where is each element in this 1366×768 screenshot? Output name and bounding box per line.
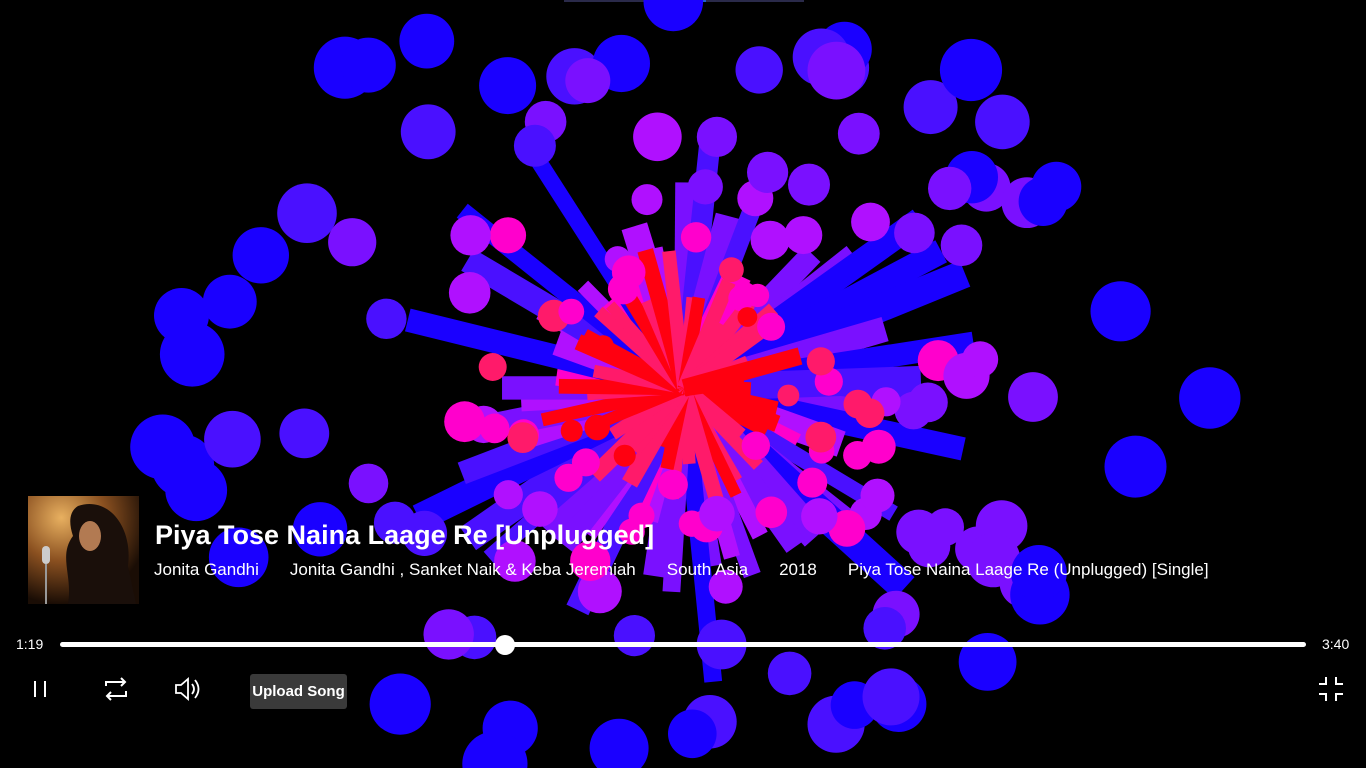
visualizer-dot (928, 166, 972, 211)
song-meta: Jonita Gandhi Jonita Gandhi , Sanket Nai… (154, 560, 1240, 580)
visualizer-dot (448, 272, 491, 314)
visualizer-dot (1104, 435, 1167, 498)
visualizer-dot (479, 413, 510, 444)
visualizer-dot (366, 298, 407, 339)
visualizer-dot (975, 94, 1030, 150)
pause-button[interactable] (25, 674, 55, 704)
visualizer-dot (747, 151, 789, 193)
visualizer-dot (680, 222, 712, 253)
visualizer-dot (631, 184, 663, 216)
meta-album: Piya Tose Naina Laage Re (Unplugged) [Si… (847, 560, 1209, 579)
visualizer-dot (806, 347, 835, 376)
visualizer-dot (837, 112, 880, 155)
visualizer-dot (611, 255, 646, 289)
visualizer-dot (159, 322, 225, 387)
repeat-button[interactable] (101, 674, 131, 704)
visualizer-dot (643, 0, 704, 32)
visualizer-dot (613, 615, 656, 657)
visualizer-dot (735, 46, 783, 94)
visualizer-dot (613, 444, 636, 467)
visualizer-dot (894, 212, 935, 254)
visualizer-dot (784, 216, 823, 255)
visualizer-dot (202, 274, 257, 329)
visualizer-dot (558, 298, 585, 325)
visualizer-dot (788, 163, 830, 206)
repeat-icon (105, 677, 127, 701)
meta-credits: Jonita Gandhi , Sanket Naik & Keba Jerem… (289, 560, 636, 579)
visualizer-dot (940, 224, 983, 267)
visualizer-dot (939, 38, 1003, 102)
visualizer-dot (797, 467, 828, 498)
meta-year: 2018 (779, 560, 817, 579)
visualizer-dot (277, 183, 337, 243)
visualizer-dot (633, 112, 682, 162)
visualizer-dot (1179, 367, 1241, 429)
seek-handle[interactable] (494, 635, 515, 655)
visualizer-dot (328, 218, 377, 267)
volume-icon (175, 677, 200, 701)
visualizer-dot (369, 673, 431, 735)
visualizer-dot (862, 668, 920, 726)
visualizer-dot (340, 37, 396, 93)
visualizer-dot (584, 414, 610, 441)
visualizer-dot (204, 410, 261, 468)
visualizer-dot (851, 202, 890, 242)
visualizer-dot (719, 257, 744, 283)
visualizer-dot (560, 419, 583, 442)
visualizer-dot (728, 285, 755, 312)
player-stage: Piya Tose Naina Laage Re [Unplugged] Jon… (0, 0, 1366, 768)
visualizer-dot (423, 609, 474, 660)
visualizer-dot (478, 353, 507, 381)
visualizer-dot (399, 13, 455, 69)
visualizer-dot (400, 104, 456, 160)
visualizer-dot (807, 41, 866, 100)
visualizer-dot (589, 718, 649, 768)
audio-visualizer (130, 0, 1241, 768)
visualizer-dot (687, 169, 723, 205)
visualizer-dot (805, 421, 837, 453)
visualizer-dot (843, 441, 872, 470)
visualizer-dot (479, 57, 537, 115)
meta-artist: Jonita Gandhi (154, 560, 259, 579)
visualizer-dot (554, 463, 583, 492)
pause-icon (34, 681, 46, 697)
visualizer-dot (565, 58, 611, 104)
visualizer-dot (854, 398, 885, 429)
visualizer-dot (1008, 372, 1058, 422)
visualizer-dot (737, 307, 758, 327)
visualizer-dot (450, 215, 491, 256)
exit-fullscreen-button[interactable] (1316, 674, 1346, 704)
visualizer-dot (592, 335, 614, 357)
visualizer-dot (962, 341, 999, 378)
current-time: 1:19 (16, 636, 44, 652)
visualizer-dot (696, 116, 738, 157)
seek-bar[interactable] (60, 635, 1306, 655)
visualizer-dot (232, 227, 289, 284)
visualizer-dot (279, 408, 330, 459)
upload-song-button[interactable]: Upload Song (250, 674, 347, 709)
meta-region: South Asia (666, 560, 749, 579)
album-art (28, 496, 139, 604)
visualizer-dot (1090, 281, 1151, 342)
volume-button[interactable] (173, 674, 203, 704)
song-title: Piya Tose Naina Laage Re [Unplugged] (155, 520, 655, 550)
visualizer-dot (741, 431, 770, 460)
visualizer-dot (513, 124, 556, 167)
visualizer-dot (668, 709, 717, 759)
visualizer-dot (750, 220, 790, 260)
visualizer-dot (767, 651, 812, 696)
visualizer-dot (908, 382, 948, 423)
visualizer-dot (1018, 177, 1068, 226)
total-time: 3:40 (1322, 636, 1350, 652)
visualizer-dot (777, 384, 800, 407)
exit-fullscreen-icon (1319, 677, 1343, 701)
song-info: Piya Tose Naina Laage Re [Unplugged] Jon… (28, 496, 1348, 606)
visualizer-dot (444, 401, 485, 443)
visualizer-dot (757, 312, 786, 341)
visualizer-dot (489, 217, 527, 254)
visualizer-dot (507, 422, 539, 453)
